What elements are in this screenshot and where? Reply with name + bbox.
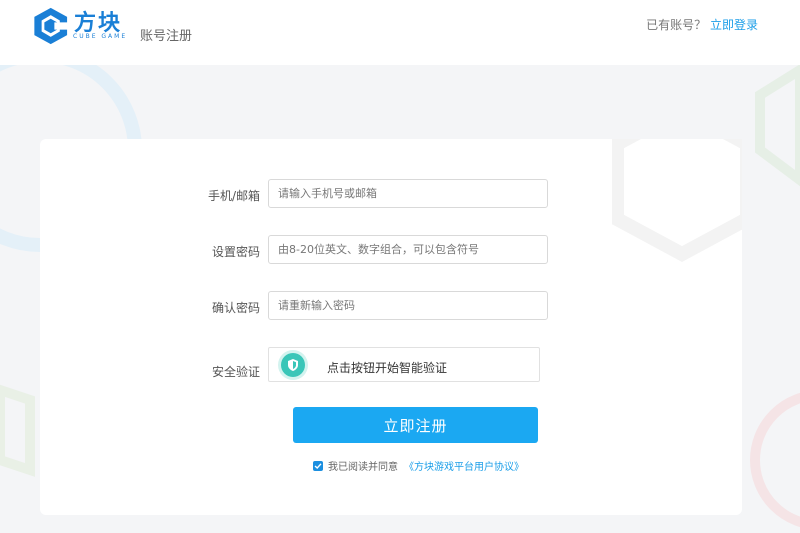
page-title: 账号注册: [140, 29, 193, 44]
top-header: 方块 CUBE GAME 账号注册 已有账号？ 立即登录: [0, 0, 800, 65]
agree-checkbox[interactable]: [313, 460, 323, 471]
checkmark-icon: [314, 462, 322, 469]
confirm-password-label: 确认密码: [211, 301, 260, 315]
account-label: 手机/邮箱: [207, 189, 260, 203]
password-label: 设置密码: [211, 245, 260, 259]
login-hint: 已有账号？ 立即登录: [646, 16, 758, 33]
agreement: 我已阅读并同意 《方块游戏平台用户协议》: [313, 458, 524, 473]
captcha-button[interactable]: 点击按钮开始智能验证: [268, 347, 540, 382]
captcha-label: 安全验证: [211, 365, 260, 379]
logo-subtitle: CUBE GAME: [73, 33, 128, 40]
register-card: 手机/邮箱 设置密码 确认密码 安全验证 点击按钮开始智能验证 立即注册 我已阅…: [40, 139, 742, 515]
password-input[interactable]: [268, 235, 548, 264]
register-submit-button[interactable]: 立即注册: [293, 407, 538, 443]
confirm-password-row: 确认密码: [40, 291, 742, 321]
login-link[interactable]: 立即登录: [710, 18, 758, 32]
account-input[interactable]: [268, 179, 548, 208]
account-row: 手机/邮箱: [40, 179, 742, 209]
confirm-password-input[interactable]: [268, 291, 548, 320]
captcha-text: 点击按钮开始智能验证: [327, 361, 448, 375]
agree-text: 我已阅读并同意: [328, 462, 398, 473]
login-prompt: 已有账号？: [646, 18, 707, 32]
card-hexagon-decoration: [612, 139, 742, 262]
shield-icon: [281, 353, 305, 377]
user-agreement-link[interactable]: 《方块游戏平台用户协议》: [404, 458, 524, 473]
password-row: 设置密码: [40, 235, 742, 265]
